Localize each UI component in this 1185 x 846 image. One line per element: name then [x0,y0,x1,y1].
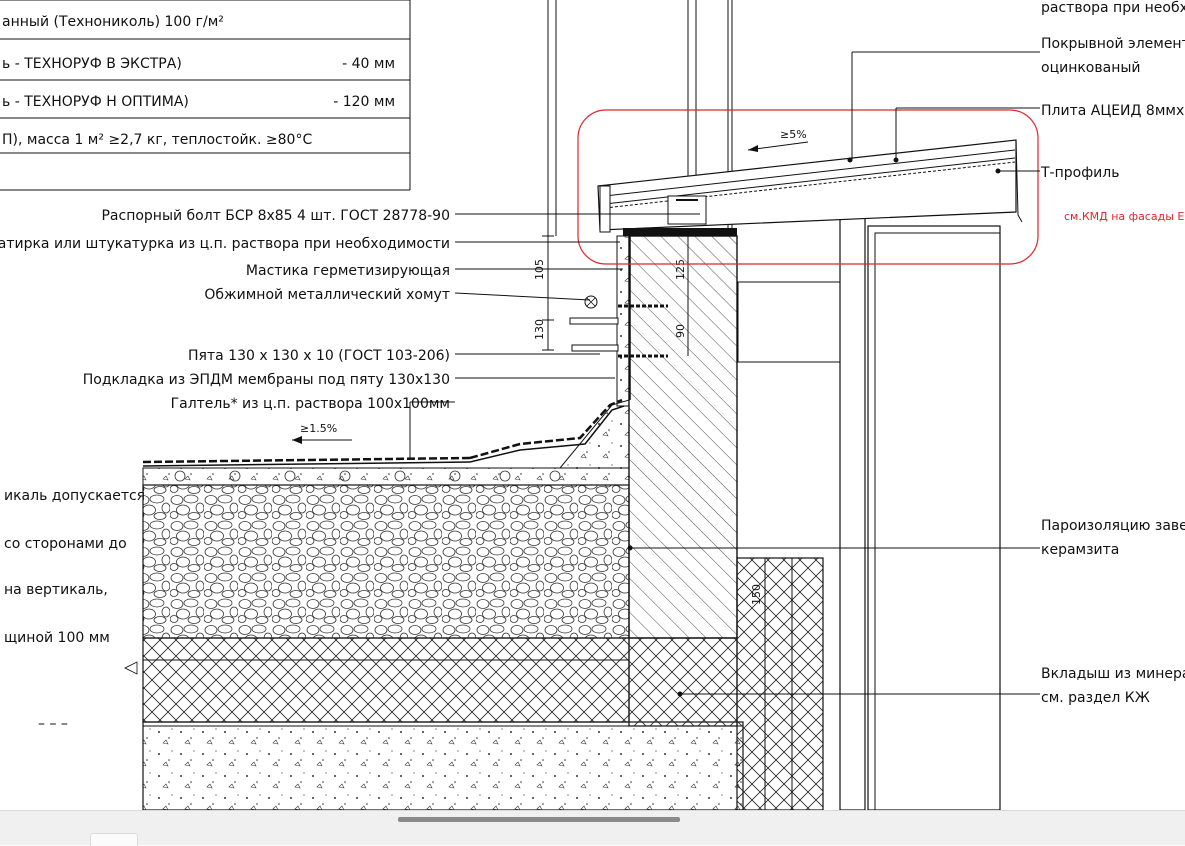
label-t-profile: Т-профиль [1040,165,1119,181]
note-line-1: икаль допускается [4,488,145,504]
section-marker [125,662,137,674]
label-base-plate: Пята 130 х 130 х 10 (ГОСТ 103-206) [188,348,450,364]
label-metal-clamp: Обжимной металлический хомут [204,287,450,303]
dim-150: 150 [750,584,763,605]
label-fillet: Галтель* из ц.п. раствора 100х100мм [171,396,450,412]
roof-slope: ≥5% [780,128,807,141]
table-row-2: ь - ТЕХНОРУФ В ЭКСТРА) [2,56,182,72]
table-row-4: П), масса 1 м² ≥2,7 кг, теплостойк. ≥80°… [2,132,312,148]
label-keramzit: керамзита [1041,542,1119,558]
table-row-3: ь - ТЕХНОРУФ Н ОПТИМА) [2,94,189,110]
scrollbar-thumb[interactable] [398,817,680,822]
callout-note: см.КМД на фасады EnV [1064,210,1185,223]
table-row-1: анный (Технониколь) 100 г/м² [2,14,224,30]
label-expansion-bolt: Распорный болт БСР 8х85 4 шт. ГОСТ 28778… [101,208,450,224]
spec-table: анный (Технониколь) 100 г/м² ь - ТЕХНОРУ… [0,0,410,190]
label-epdm-pad: Подкладка из ЭПДМ мембраны под пяту 130х… [83,372,450,388]
parapet-cap [598,140,1022,236]
table-value-3: - 120 мм [333,94,395,110]
label-mineral-insert: Вкладыш из минерало [1041,666,1185,682]
dim-125: 125 [674,259,687,280]
dim-90: 90 [674,324,687,338]
table-value-2: - 40 мм [342,56,395,72]
label-galvanized: оцинкованый [1041,60,1141,76]
sheet-tab[interactable] [90,833,138,846]
label-sealant: Мастика герметизирующая [246,263,450,279]
parapet-slope: ≥1.5% [300,422,337,435]
note-line-3: на вертикаль, [4,582,108,598]
dim-130: 130 [533,319,546,340]
note-line-4: щиной 100 мм [4,630,110,646]
label-cover-element: Покрывной элемент-о [1041,36,1185,52]
label-kzh-section: см. раздел КЖ [1041,690,1150,706]
label-plaster: Затирка или штукатурка из ц.п. раствора … [0,236,450,252]
note-line-5: – – – [38,716,68,732]
note-line-2: со сторонами до [4,536,127,552]
cad-drawing: анный (Технониколь) 100 г/м² ь - ТЕХНОРУ… [0,0,1185,810]
drawing-viewport[interactable]: анный (Технониколь) 100 г/м² ь - ТЕХНОРУ… [0,0,1185,810]
left-notes: икаль допускается со сторонами до на вер… [4,488,145,732]
label-vapor-barrier: Пароизоляцию завест [1041,518,1185,534]
horizontal-scrollbar[interactable] [0,810,1185,845]
label-right-plaster: раствора при необходимости [1041,0,1185,16]
label-acid-plate: Плита АЦЕИД 8ммх2 [1041,103,1185,119]
